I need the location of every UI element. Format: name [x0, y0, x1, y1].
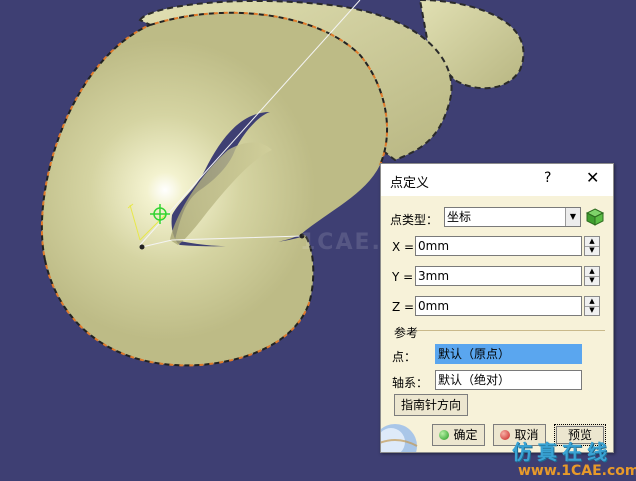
axis-system-field[interactable]: 默认（绝对）: [435, 370, 582, 390]
point-label: 点：: [392, 350, 417, 364]
compass-direction-button[interactable]: 指南针方向: [394, 394, 468, 416]
reference-separator: [417, 330, 605, 331]
axis-system-label: 轴系：: [392, 376, 429, 390]
dialog-titlebar[interactable]: 点定义 ? ✕: [381, 164, 613, 196]
ok-label: 确定: [453, 428, 478, 442]
point-type-combo[interactable]: 坐标 ▼: [444, 207, 581, 227]
profile-point-start[interactable]: [139, 244, 145, 250]
green-dot-icon: [439, 430, 450, 440]
reference-group-label: 参考: [394, 326, 419, 340]
x-input[interactable]: 0mm: [415, 236, 582, 256]
ok-button[interactable]: 确定: [432, 424, 485, 446]
z-spinner[interactable]: ▲ ▼: [584, 296, 600, 316]
help-button[interactable]: ?: [544, 170, 551, 186]
point-definition-dialog: 点定义 ? ✕ 点类型： 坐标 ▼ X = 0mm ▲ ▼ Y = 3mm ▲ …: [372, 163, 614, 468]
z-input[interactable]: 0mm: [415, 296, 582, 316]
watermark-url: www.1CAE.com: [518, 463, 636, 479]
close-button[interactable]: ✕: [586, 168, 599, 187]
globe-icon: [372, 416, 427, 468]
chevron-down-icon[interactable]: ▼: [565, 208, 580, 226]
green-cube-icon[interactable]: [585, 207, 605, 227]
spin-down-icon[interactable]: ▼: [585, 306, 599, 315]
y-input[interactable]: 3mm: [415, 266, 582, 286]
y-label: Y =: [392, 270, 414, 284]
x-label: X =: [392, 240, 415, 254]
spin-down-icon[interactable]: ▼: [585, 276, 599, 285]
x-spinner[interactable]: ▲ ▼: [584, 236, 600, 256]
point-type-label: 点类型：: [390, 213, 439, 227]
dialog-title: 点定义: [390, 176, 430, 191]
point-type-value: 坐标: [447, 210, 472, 224]
y-spinner[interactable]: ▲ ▼: [584, 266, 600, 286]
watermark-text: 仿真在线: [512, 440, 612, 464]
z-label: Z =: [392, 300, 415, 314]
reference-point-field[interactable]: 默认（原点）: [435, 344, 582, 364]
spin-down-icon[interactable]: ▼: [585, 246, 599, 255]
red-dot-icon: [500, 430, 511, 440]
